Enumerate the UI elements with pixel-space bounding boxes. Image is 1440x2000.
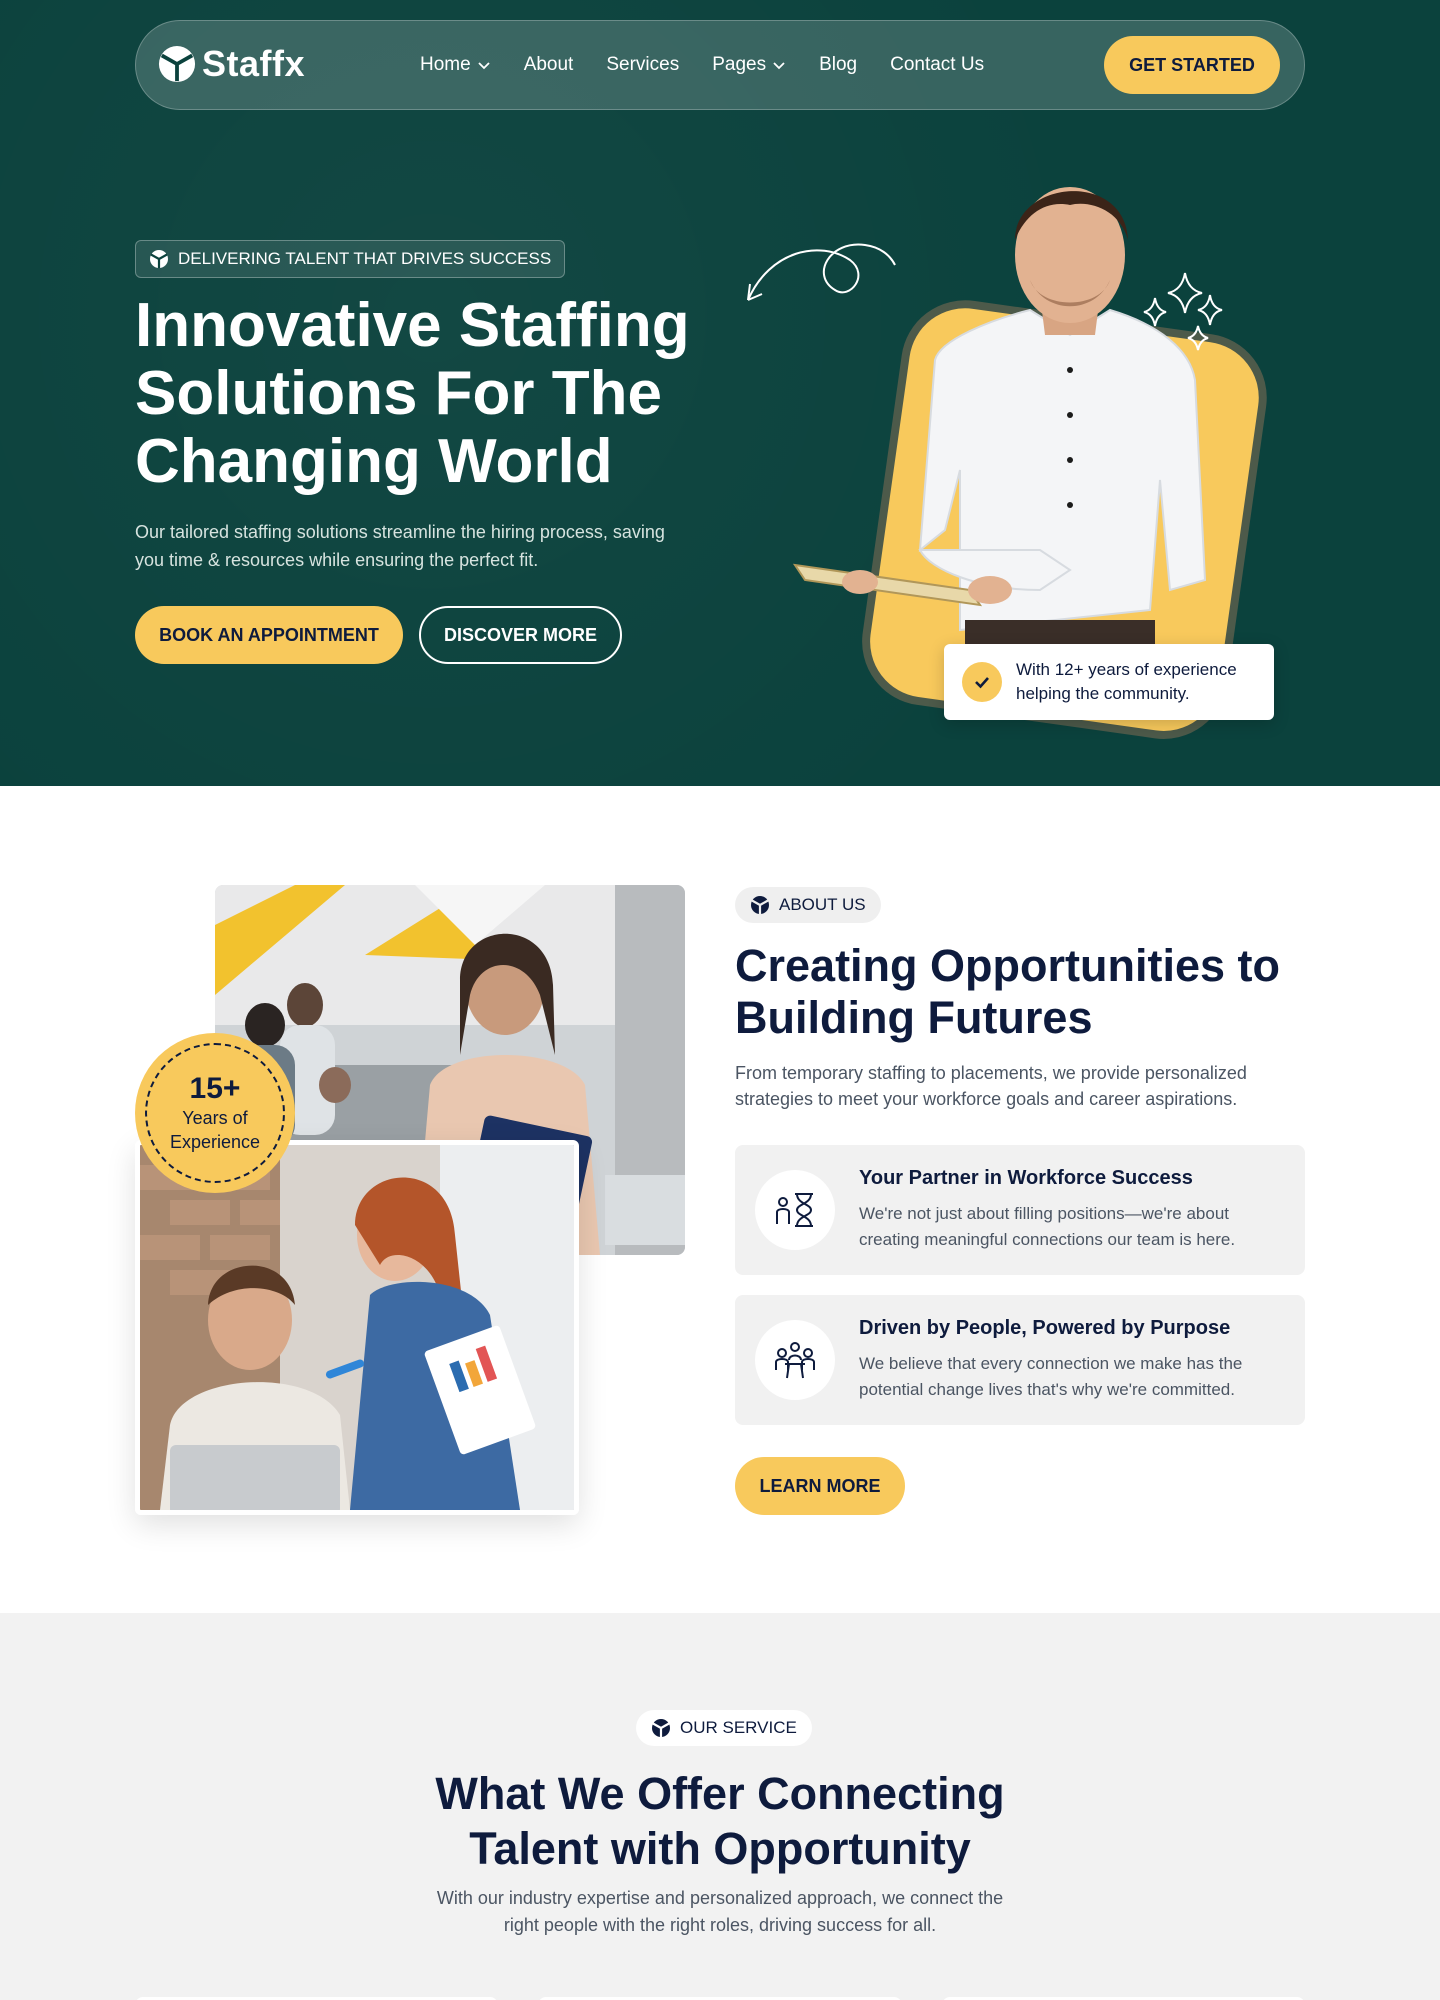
nav-pages-label: Pages: [712, 54, 767, 75]
nav-links: Home About Services Pages Blog Contact U…: [420, 54, 984, 76]
feature-title: Your Partner in Workforce Success: [859, 1167, 1193, 1189]
experience-card: With 12+ years of experience helping the…: [944, 644, 1274, 720]
sparkle-icon: [1197, 294, 1223, 326]
logo-icon: [652, 1719, 670, 1737]
about-title: Creating Opportunities to Building Futur…: [735, 940, 1280, 1043]
logo-icon: [158, 45, 196, 83]
book-appointment-button[interactable]: BOOK AN APPOINTMENT: [135, 606, 403, 664]
brand-name: Staffx: [202, 43, 306, 84]
nav-about-label: About: [523, 54, 574, 75]
services-title: What We Offer Connecting Talent with Opp…: [0, 1766, 1440, 1876]
nav-home-label: Home: [420, 54, 471, 75]
feature-card: Driven by People, Powered by Purpose We …: [735, 1295, 1305, 1425]
hero-description: Our tailored staffing solutions streamli…: [135, 522, 665, 570]
nav-contact[interactable]: Contact Us: [890, 54, 984, 76]
check-icon: [962, 662, 1002, 702]
nav-blog[interactable]: Blog: [819, 54, 857, 76]
navbar: Staffx Home About Services Pages Blog Co…: [135, 20, 1305, 110]
feature-description: We're not just about filling positions—w…: [859, 1204, 1236, 1249]
services-pill-label: OUR SERVICE: [680, 1718, 797, 1737]
sparkle-icon: [1143, 297, 1167, 327]
chevron-down-icon: [478, 62, 490, 70]
about-pill-label: ABOUT US: [779, 895, 866, 914]
feature-description: We believe that every connection we make…: [859, 1354, 1243, 1399]
experience-text: With 12+ years of experience helping the…: [1016, 660, 1237, 703]
feature-title: Driven by People, Powered by Purpose: [859, 1317, 1231, 1339]
nav-blog-label: Blog: [819, 54, 858, 75]
services-title-text: What We Offer Connecting Talent with Opp…: [435, 1768, 1005, 1874]
logo-icon: [150, 250, 168, 268]
years-experience-badge: 15+ Years of Experience: [135, 1033, 295, 1193]
services-description: With our industry expertise and personal…: [436, 1888, 1004, 1935]
hero-section: Staffx Home About Services Pages Blog Co…: [0, 0, 1440, 786]
curly-arrow-icon: [747, 243, 896, 301]
nav-contact-label: Contact Us: [890, 54, 985, 75]
years-label: Years of Experience: [169, 1108, 261, 1152]
nav-services-label: Services: [606, 54, 680, 75]
years-value: 15+: [189, 1072, 241, 1105]
learn-more-button[interactable]: LEARN MORE: [735, 1457, 905, 1515]
hourglass-person-icon: [755, 1170, 835, 1250]
about-us-pill: ABOUT US: [735, 887, 881, 923]
colleagues-laptop-photo: [135, 1140, 579, 1515]
feature-card: Your Partner in Workforce Success We're …: [735, 1145, 1305, 1275]
nav-pages[interactable]: Pages: [712, 54, 786, 76]
get-started-button[interactable]: GET STARTED: [1104, 36, 1280, 94]
about-description: From temporary staffing to placements, w…: [735, 1063, 1247, 1109]
discover-more-button[interactable]: DISCOVER MORE: [419, 606, 622, 664]
nav-home[interactable]: Home: [420, 54, 491, 76]
hero-tagline: DELIVERING TALENT THAT DRIVES SUCCESS: [178, 249, 552, 268]
hero-title: Innovative Staffing Solutions For The Ch…: [135, 291, 690, 496]
nav-about[interactable]: About: [524, 54, 574, 76]
services-section: OUR SERVICE What We Offer Connecting Tal…: [0, 1613, 1440, 2000]
sparkle-icon: [1167, 272, 1203, 314]
our-service-pill: OUR SERVICE: [636, 1710, 812, 1746]
brand-logo[interactable]: Staffx: [158, 43, 305, 85]
nav-services[interactable]: Services: [606, 54, 679, 76]
team-meeting-icon: [755, 1320, 835, 1400]
logo-icon: [751, 896, 769, 914]
hero-tagline-badge: DELIVERING TALENT THAT DRIVES SUCCESS: [135, 240, 566, 278]
chevron-down-icon: [773, 62, 785, 70]
